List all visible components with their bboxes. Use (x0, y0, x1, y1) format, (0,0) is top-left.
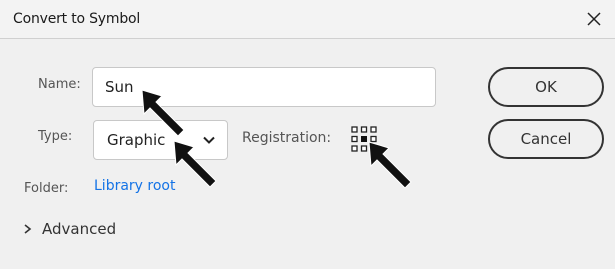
ok-button[interactable]: OK (488, 67, 604, 107)
close-icon[interactable] (579, 4, 609, 34)
type-label: Type: (38, 129, 72, 144)
dialog-titlebar: Convert to Symbol (0, 0, 615, 39)
folder-label: Folder: (24, 181, 69, 196)
name-label-text: Name: (38, 77, 81, 92)
cancel-button[interactable]: Cancel (488, 119, 604, 159)
dialog-title: Convert to Symbol (13, 11, 141, 27)
ok-label: OK (535, 78, 557, 96)
advanced-toggle[interactable]: Advanced (24, 220, 116, 238)
advanced-label: Advanced (42, 220, 117, 238)
annotation-arrow-icon (173, 140, 217, 188)
annotation-arrow-icon (141, 89, 185, 137)
folder-link[interactable]: Library root (94, 178, 175, 194)
annotation-arrow-icon (368, 141, 412, 189)
cancel-label: Cancel (520, 130, 572, 148)
name-input-value: Sun (105, 78, 134, 96)
chevron-right-icon (24, 223, 32, 238)
registration-label: Registration: (242, 130, 332, 146)
convert-to-symbol-dialog: Convert to Symbol Name: Sun Type: Graphi… (0, 0, 615, 269)
type-label-text: Type: (38, 129, 73, 144)
name-label: Name: (38, 77, 81, 92)
